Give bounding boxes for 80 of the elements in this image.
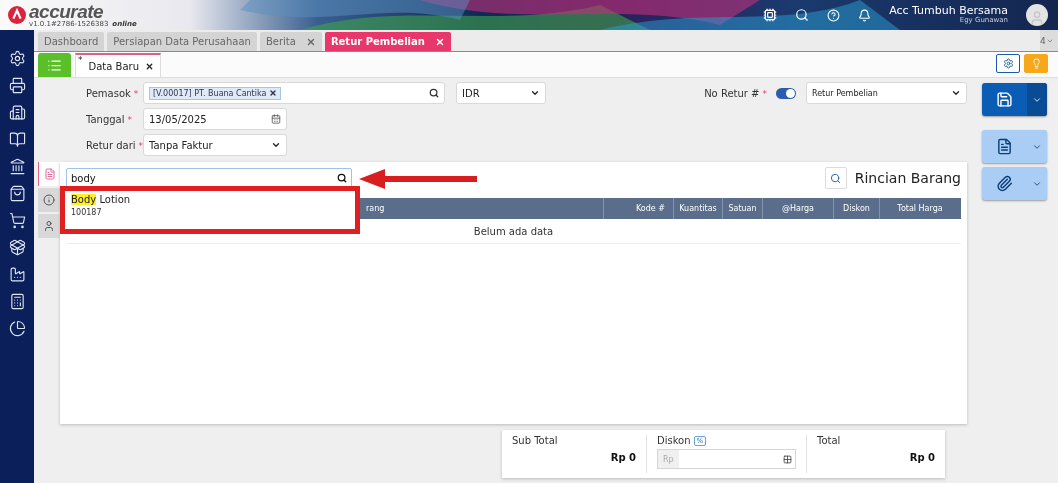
- document-icon: [996, 138, 1013, 155]
- total-label: Sub Total: [512, 435, 559, 446]
- total-label: Diskon: [657, 435, 691, 446]
- close-icon[interactable]: [269, 89, 278, 97]
- column-header: Diskon: [833, 198, 879, 219]
- toggle-switch[interactable]: [776, 87, 796, 99]
- attachment-button[interactable]: [982, 167, 1047, 200]
- suggestion-name[interactable]: Body Lotion: [71, 194, 349, 205]
- column-header: @Harga: [762, 198, 833, 219]
- column-header: rang: [365, 203, 386, 215]
- column-header: Total Harga: [879, 198, 960, 219]
- chevron-down-icon: [530, 88, 540, 98]
- brand-name: accurate: [29, 2, 104, 21]
- pie-chart-icon[interactable]: [8, 320, 26, 337]
- tab[interactable]: Retur Pembelian: [324, 32, 451, 51]
- bank-icon[interactable]: [8, 158, 26, 175]
- return-source-select[interactable]: Tanpa Faktur: [143, 134, 287, 156]
- person-icon: [43, 220, 55, 232]
- total-label: Total: [817, 435, 842, 446]
- search-icon[interactable]: [795, 8, 810, 22]
- building-icon[interactable]: [8, 104, 26, 121]
- settings-icon[interactable]: [8, 50, 26, 67]
- chevron-down-icon: [271, 140, 281, 150]
- total-value: Rp 0: [610, 452, 636, 463]
- search-icon[interactable]: [429, 88, 439, 98]
- lightbulb-icon: [1030, 57, 1042, 69]
- search-icon: [337, 173, 347, 183]
- return-type-select[interactable]: Retur Pembelian: [806, 82, 967, 104]
- column-header: Kode #: [603, 198, 673, 219]
- paperclip-icon: [996, 175, 1013, 192]
- search-icon: [830, 172, 842, 184]
- side-tab[interactable]: [38, 162, 60, 186]
- date-field[interactable]: 13/05/2025: [143, 108, 287, 130]
- empty-message: Belum ada data: [473, 225, 554, 237]
- factory-icon[interactable]: [8, 266, 26, 283]
- ai-icon[interactable]: [763, 8, 778, 22]
- column-header: Satuan: [722, 198, 762, 219]
- logo-icon: [8, 6, 26, 24]
- list-icon: [47, 57, 62, 73]
- tab[interactable]: * Data Baru: [75, 53, 161, 77]
- side-tab[interactable]: [38, 214, 60, 238]
- chevron-down-icon: [951, 88, 961, 98]
- tab[interactable]: Dashboard: [38, 32, 105, 51]
- bell-icon[interactable]: [858, 8, 872, 22]
- book-icon[interactable]: [8, 131, 26, 148]
- required-mark: *: [127, 114, 133, 125]
- close-icon[interactable]: [145, 61, 154, 71]
- field-label: Tanggal *: [85, 113, 134, 125]
- cart-icon[interactable]: [8, 212, 26, 229]
- field-label: No Retur # *: [704, 87, 767, 99]
- settings-button[interactable]: [996, 53, 1020, 73]
- document-icon: [43, 168, 56, 180]
- field-label: Pemasok *: [85, 87, 140, 99]
- save-button[interactable]: [982, 83, 1047, 116]
- package-icon[interactable]: [8, 239, 26, 256]
- required-mark: *: [133, 88, 139, 99]
- calendar-icon[interactable]: [271, 114, 281, 124]
- settings-icon: [1002, 57, 1014, 69]
- side-tab[interactable]: [38, 188, 60, 212]
- field-label: Retur dari *: [85, 139, 143, 151]
- currency-select[interactable]: IDR: [456, 82, 546, 104]
- total-value: Rp 0: [909, 452, 935, 463]
- section-title: Rincian Barang: [854, 170, 961, 186]
- company-name: Acc Tumbuh Bersama: [889, 5, 1008, 18]
- column-header: Kuantitas: [673, 198, 722, 219]
- tab-count[interactable]: 4: [1040, 30, 1058, 51]
- save-icon: [996, 91, 1013, 108]
- tab[interactable]: Persiapan Data Perusahaan: [107, 32, 257, 51]
- suggestion-code: 100187: [71, 208, 103, 217]
- shopping-bag-icon[interactable]: [8, 185, 26, 202]
- avatar[interactable]: [1026, 4, 1048, 26]
- document-button[interactable]: [982, 130, 1047, 163]
- supplier-chip: [V.00017] PT. Buana Cantika: [149, 86, 282, 100]
- required-mark: *: [138, 140, 144, 151]
- search-button[interactable]: [824, 167, 847, 189]
- help-icon[interactable]: [827, 8, 841, 22]
- tab[interactable]: Berita: [259, 32, 322, 51]
- supplier-field[interactable]: [V.00017] PT. Buana Cantika: [143, 82, 445, 104]
- required-mark: *: [762, 88, 767, 99]
- info-icon: [43, 194, 55, 206]
